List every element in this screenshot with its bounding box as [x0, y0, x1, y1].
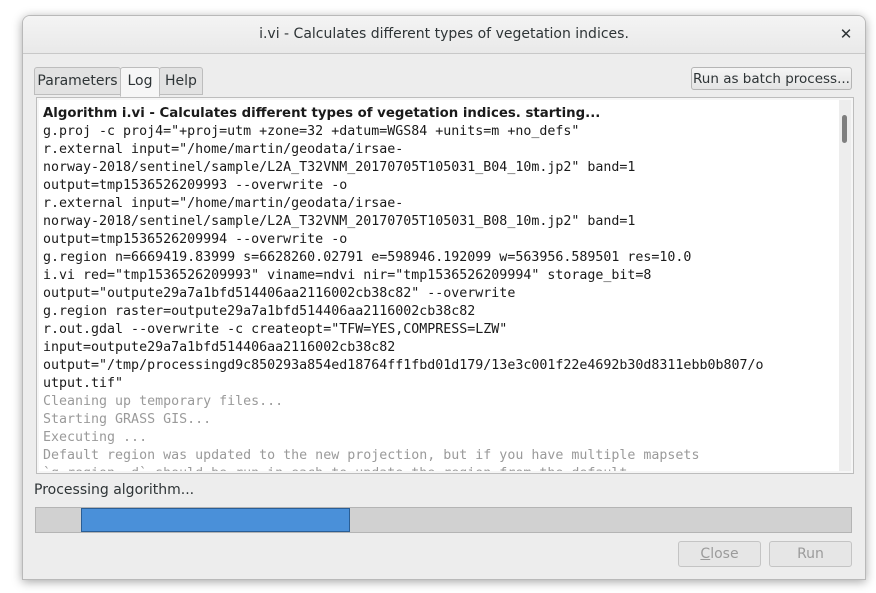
- log-line: output="outpute29a7a1bfd514406aa2116002c…: [43, 286, 516, 301]
- log-line: r.external input="/home/martin/geodata/i…: [43, 142, 404, 157]
- run-button[interactable]: Run: [769, 541, 852, 567]
- tab-log[interactable]: Log: [120, 67, 160, 97]
- log-line: utput.tif": [43, 376, 124, 391]
- log-line: output=tmp1536526209993 --overwrite -o: [43, 178, 348, 193]
- tab-parameters[interactable]: Parameters: [34, 67, 121, 95]
- title-bar[interactable]: i.vi - Calculates different types of veg…: [23, 16, 865, 54]
- log-line: `g.region -d` should be run in each to u…: [43, 465, 835, 471]
- log-line: Executing ...: [43, 430, 148, 445]
- log-lines: Algorithm i.vi - Calculates different ty…: [43, 105, 835, 471]
- log-text-area[interactable]: Algorithm i.vi - Calculates different ty…: [39, 100, 839, 471]
- log-line: g.region raster=outpute29a7a1bfd514406aa…: [43, 304, 476, 319]
- log-line: Cleaning up temporary files...: [43, 394, 284, 409]
- log-line: output="/tmp/processingd9c850293a854ed18…: [43, 358, 764, 373]
- log-scrollbar[interactable]: [839, 100, 851, 471]
- close-icon[interactable]: ✕: [837, 25, 855, 43]
- progress-bar-fill: [81, 508, 350, 532]
- log-line: Starting GRASS GIS...: [43, 412, 212, 427]
- log-line: norway-2018/sentinel/sample/L2A_T32VNM_2…: [43, 160, 636, 175]
- log-line: Algorithm i.vi - Calculates different ty…: [43, 106, 601, 121]
- close-button[interactable]: Close: [678, 541, 761, 567]
- log-line: output=tmp1536526209994 --overwrite -o: [43, 232, 348, 247]
- log-line: Default region was updated to the new pr…: [43, 448, 700, 463]
- log-line: r.external input="/home/martin/geodata/i…: [43, 196, 404, 211]
- progress-bar: [35, 507, 852, 533]
- log-line: g.region n=6669419.83999 s=6628260.02791…: [43, 250, 692, 265]
- log-line: g.proj -c proj4="+proj=utm +zone=32 +dat…: [43, 124, 580, 139]
- log-line: i.vi red="tmp1536526209993" viname=ndvi …: [43, 268, 652, 283]
- run-as-batch-button[interactable]: Run as batch process...: [691, 67, 852, 90]
- log-line: norway-2018/sentinel/sample/L2A_T32VNM_2…: [43, 214, 636, 229]
- log-line: input=outpute29a7a1bfd514406aa2116002cb3…: [43, 340, 396, 355]
- scrollbar-thumb[interactable]: [842, 115, 847, 143]
- status-label: Processing algorithm...: [34, 482, 195, 498]
- tab-help[interactable]: Help: [159, 67, 203, 95]
- log-line: r.out.gdal --overwrite -c createopt="TFW…: [43, 322, 508, 337]
- dialog-window: i.vi - Calculates different types of veg…: [22, 15, 866, 580]
- log-panel: Algorithm i.vi - Calculates different ty…: [36, 97, 854, 474]
- window-title: i.vi - Calculates different types of veg…: [259, 26, 629, 42]
